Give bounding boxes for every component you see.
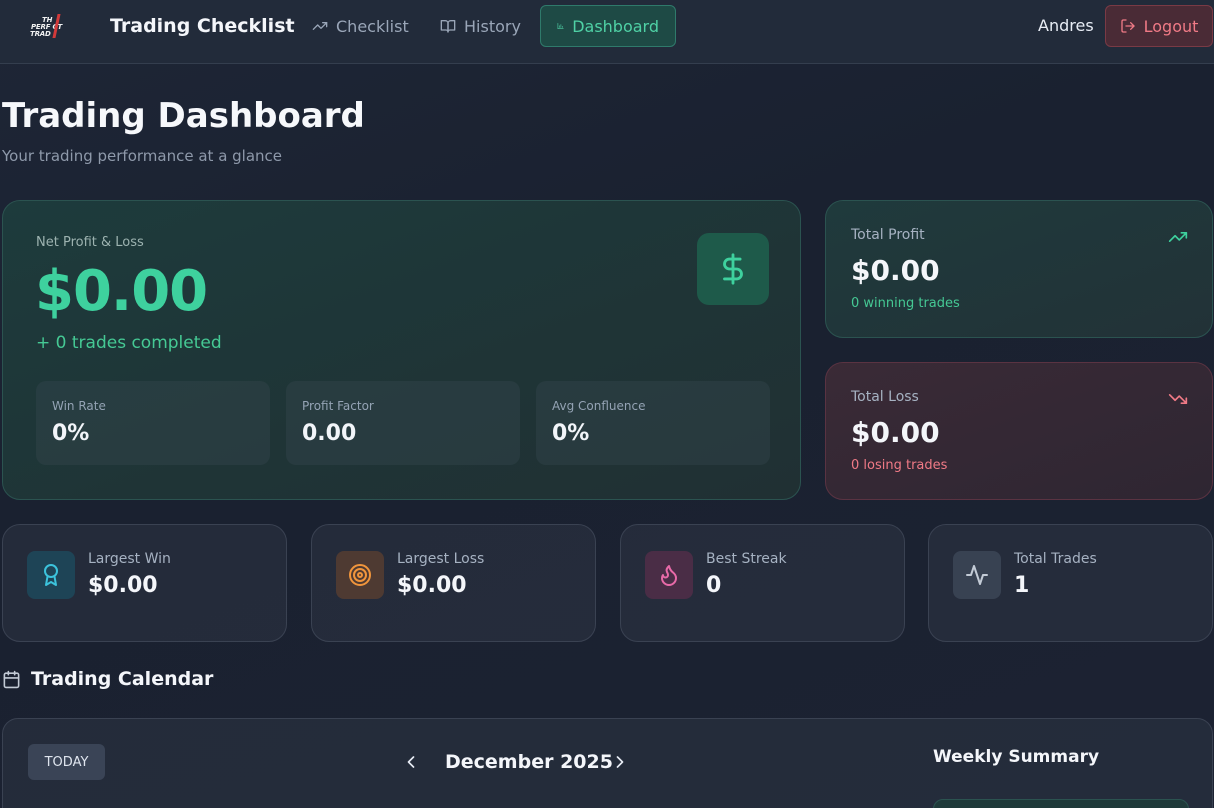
trading-calendar-title: Trading Calendar — [31, 668, 214, 690]
trading-calendar-card: TODAY December 2025 Weekly Summary — [2, 718, 1213, 808]
profit-factor-metric: Profit Factor 0.00 — [286, 381, 520, 465]
best-streak-icon-box — [645, 551, 693, 599]
largest-win-card: Largest Win $0.00 — [2, 524, 287, 642]
net-pnl-value: $0.00 — [35, 259, 208, 324]
net-pnl-trades-completed: + 0 trades completed — [36, 333, 222, 353]
chevron-right-icon[interactable] — [610, 752, 630, 772]
total-trades-card: Total Trades 1 — [928, 524, 1213, 642]
trending-down-icon — [1168, 394, 1188, 404]
largest-win-value: $0.00 — [88, 573, 158, 598]
target-icon — [349, 564, 371, 586]
total-trades-label: Total Trades — [1014, 551, 1097, 567]
logout-button[interactable]: Logout — [1105, 5, 1213, 47]
avg-confluence-label: Avg Confluence — [552, 399, 646, 413]
winning-trades-count: 0 winning trades — [851, 296, 960, 311]
app-logo[interactable]: TH PERF CT TRAD — [28, 14, 74, 40]
app-title: Trading Checklist — [110, 15, 295, 37]
net-pnl-card: Net Profit & Loss $0.00 + 0 trades compl… — [2, 200, 801, 500]
largest-win-label: Largest Win — [88, 551, 171, 567]
avg-confluence-value: 0% — [552, 421, 590, 446]
nav-history[interactable]: History — [424, 5, 537, 47]
trending-up-icon — [1168, 232, 1188, 242]
calendar-month-label: December 2025 — [445, 751, 613, 773]
total-loss-value: $0.00 — [851, 416, 940, 449]
best-streak-card: Best Streak 0 — [620, 524, 905, 642]
win-rate-metric: Win Rate 0% — [36, 381, 270, 465]
trading-calendar-heading: Trading Calendar — [2, 668, 213, 690]
logout-icon — [1120, 19, 1135, 33]
total-profit-value: $0.00 — [851, 254, 940, 287]
today-button[interactable]: TODAY — [28, 744, 105, 780]
activity-icon — [966, 565, 988, 585]
flame-icon — [661, 565, 677, 586]
total-profit-label: Total Profit — [851, 227, 925, 243]
nav-history-label: History — [464, 16, 521, 36]
page-subtitle: Your trading performance at a glance — [2, 147, 283, 165]
total-loss-label: Total Loss — [851, 389, 919, 405]
largest-loss-icon-box — [336, 551, 384, 599]
nav-checklist-label: Checklist — [336, 16, 409, 36]
calendar-icon — [3, 670, 20, 688]
total-trades-value: 1 — [1014, 573, 1030, 598]
username-label: Andres — [1038, 16, 1094, 35]
nav-dashboard[interactable]: Dashboard — [540, 5, 676, 47]
largest-loss-value: $0.00 — [397, 573, 467, 598]
total-trades-icon-box — [953, 551, 1001, 599]
losing-trades-count: 0 losing trades — [851, 458, 948, 473]
total-loss-card: Total Loss $0.00 0 losing trades — [825, 362, 1213, 500]
book-open-icon — [440, 20, 456, 33]
page-title: Trading Dashboard — [2, 96, 365, 136]
largest-loss-label: Largest Loss — [397, 551, 485, 567]
avg-confluence-metric: Avg Confluence 0% — [536, 381, 770, 465]
best-streak-value: 0 — [706, 573, 722, 598]
win-rate-value: 0% — [52, 421, 90, 446]
nav-dashboard-label: Dashboard — [572, 16, 659, 36]
trending-up-icon — [312, 21, 328, 30]
largest-win-icon-box — [27, 551, 75, 599]
largest-loss-card: Largest Loss $0.00 — [311, 524, 596, 642]
chevron-left-icon[interactable] — [401, 752, 421, 772]
weekly-summary-title: Weekly Summary — [933, 747, 1100, 767]
win-rate-label: Win Rate — [52, 399, 106, 413]
net-pnl-label: Net Profit & Loss — [36, 235, 144, 250]
top-navbar: TH PERF CT TRAD Trading Checklist Checkl… — [0, 0, 1214, 64]
award-icon — [44, 564, 58, 586]
bar-chart-icon — [557, 23, 564, 29]
weekly-summary-box — [933, 799, 1189, 808]
logo-text-line-3: TRAD — [30, 30, 51, 38]
profit-factor-label: Profit Factor — [302, 399, 374, 413]
dollar-icon — [723, 253, 743, 285]
best-streak-label: Best Streak — [706, 551, 787, 567]
profit-factor-value: 0.00 — [302, 421, 357, 446]
total-profit-card: Total Profit $0.00 0 winning trades — [825, 200, 1213, 338]
nav-checklist[interactable]: Checklist — [296, 5, 425, 47]
logout-label: Logout — [1143, 16, 1199, 36]
dollar-icon-box — [697, 233, 769, 305]
